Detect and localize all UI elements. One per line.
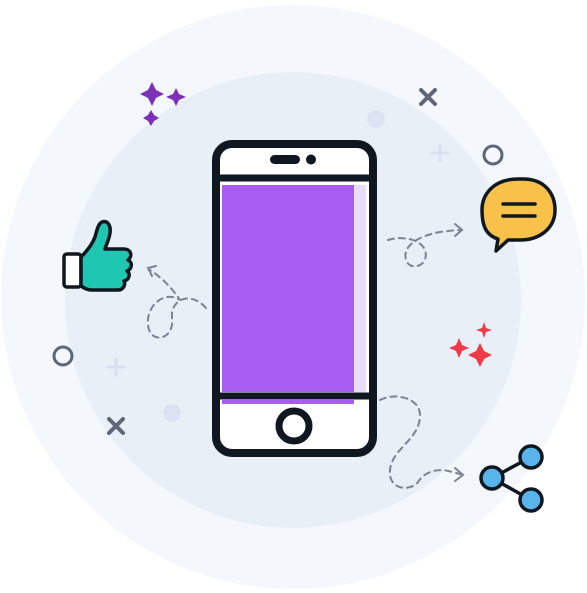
share-node-bottom bbox=[518, 487, 544, 513]
phone-home-button bbox=[275, 407, 313, 445]
phone-screen bbox=[222, 185, 354, 392]
illustration-svg bbox=[1, 5, 585, 589]
light-dot-icon bbox=[163, 404, 181, 422]
phone-camera bbox=[306, 154, 316, 165]
share-node-top bbox=[518, 444, 544, 470]
phone-screen-highlight bbox=[354, 185, 366, 392]
phone-screen-shadow bbox=[222, 399, 354, 404]
illustration-canvas bbox=[0, 0, 587, 593]
phone-speaker bbox=[270, 155, 300, 164]
share-node-left bbox=[479, 465, 505, 491]
phone-icon bbox=[212, 140, 377, 457]
light-dot-icon bbox=[367, 110, 385, 128]
